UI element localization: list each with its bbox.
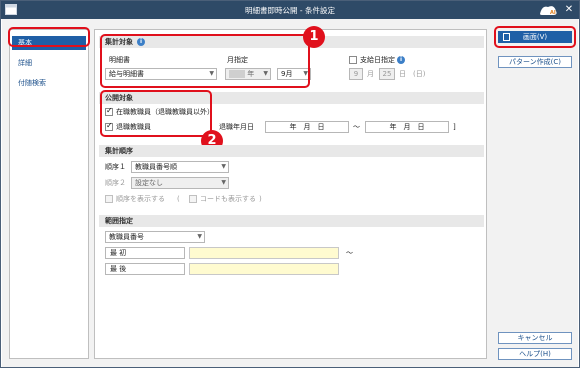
show-order-checkbox[interactable]	[105, 195, 113, 203]
payday-month-field[interactable]: 9	[349, 68, 363, 80]
section-range-header: 範囲指定	[99, 215, 484, 227]
range-field-value: 教職員番号	[109, 233, 144, 241]
help-button[interactable]: ヘルプ(H)	[498, 348, 572, 360]
order1-value: 教職員番号順	[135, 163, 177, 171]
range-tilde: ～	[346, 249, 353, 257]
retire-date-label: 退職年月日	[219, 123, 254, 131]
close-paren: )	[259, 195, 262, 203]
retire-date-from-field[interactable]: 年 月 日	[265, 121, 349, 133]
range-last-label: 最 後	[105, 263, 185, 275]
order2-select[interactable]: 設定なし ▼	[131, 177, 229, 189]
section-order-title: 集計順序	[105, 147, 133, 155]
show-code-checkbox[interactable]	[189, 195, 197, 203]
retire-date-to-field[interactable]: 年 月 日	[365, 121, 449, 133]
range-first-label: 最 初	[105, 247, 185, 259]
window-title: 明細書即時公開 - 条件設定	[245, 6, 335, 15]
callout-badge-1: 1	[303, 26, 325, 48]
highlight-summary	[100, 34, 310, 88]
order2-value: 設定なし	[135, 179, 163, 187]
info-icon[interactable]: i	[397, 56, 405, 64]
main-panel: 集計対象 i 明細書 給与明細書 ▼ 月指定 年 ▼ 9月 ▼ 支給日指定 i …	[94, 26, 487, 359]
payday-label: 支給日指定	[360, 56, 395, 64]
chevron-down-icon: ▼	[221, 163, 226, 170]
month-unit: 月	[367, 70, 374, 78]
weekday-label: (日)	[413, 70, 426, 78]
pattern-create-button[interactable]: パターン作成(C)	[498, 56, 572, 68]
range-last-field[interactable]	[189, 263, 339, 275]
payday-checkbox[interactable]	[349, 56, 357, 64]
open-paren: (	[177, 195, 180, 203]
close-icon[interactable]: ✕	[563, 4, 575, 16]
day-unit: 日	[399, 70, 406, 78]
show-code-label: コードも表示する	[200, 195, 256, 203]
logo-icon: AI	[540, 6, 557, 16]
payday-day-field[interactable]: 25	[379, 68, 395, 80]
dialog-window: 明細書即時公開 - 条件設定 AI ✕ 基本 詳細 付随検索 集計対象 i 明細…	[0, 0, 580, 368]
highlight-publish	[100, 90, 212, 137]
nav-item-detail[interactable]: 詳細	[12, 56, 86, 70]
highlight-nav-basic	[8, 27, 90, 47]
order1-label: 順序１	[105, 163, 126, 171]
order2-label: 順序２	[105, 179, 126, 187]
cancel-button[interactable]: キャンセル	[498, 332, 572, 344]
show-order-label: 順序を表示する	[116, 195, 165, 203]
chevron-down-icon: ▼	[197, 233, 202, 240]
highlight-print-button	[494, 26, 576, 48]
range-field-select[interactable]: 教職員番号 ▼	[105, 231, 205, 243]
retire-date-tilde: ～	[353, 123, 360, 131]
title-bar: 明細書即時公開 - 条件設定 AI ✕	[1, 1, 579, 19]
chevron-down-icon: ▼	[221, 179, 226, 186]
svg-text:AI: AI	[550, 10, 556, 16]
nav-item-search[interactable]: 付随検索	[12, 76, 86, 90]
retire-date-bracket: ]	[453, 123, 456, 131]
nav-panel: 基本 詳細 付随検索	[9, 29, 89, 359]
order1-select[interactable]: 教職員番号順 ▼	[131, 161, 229, 173]
section-range-title: 範囲指定	[105, 217, 133, 225]
dialog-body: 基本 詳細 付随検索 集計対象 i 明細書 給与明細書 ▼ 月指定 年 ▼ 9月…	[2, 19, 578, 367]
section-order-header: 集計順序	[99, 145, 484, 157]
range-first-field[interactable]	[189, 247, 339, 259]
